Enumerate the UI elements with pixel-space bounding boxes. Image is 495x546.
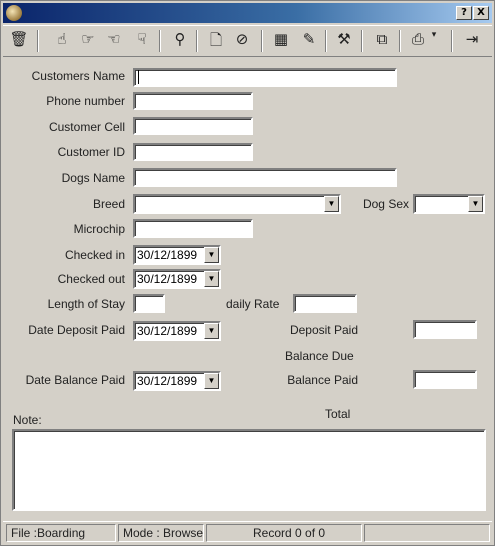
date-balance-paid-label: Date Balance Paid	[25, 373, 125, 387]
text-caret	[138, 70, 139, 84]
toolbar-separator	[37, 30, 39, 52]
copy-icon[interactable]: ⧉	[372, 30, 392, 52]
trash-icon[interactable]: 🗑	[9, 30, 29, 52]
checked-out-date-picker[interactable]: 30/12/1899 ▼	[133, 269, 221, 289]
daily-rate-input[interactable]	[293, 294, 357, 313]
breed-select[interactable]: ▼	[133, 194, 341, 214]
deposit-paid-label: Deposit Paid	[289, 323, 358, 337]
customer-cell-input[interactable]	[133, 117, 253, 135]
total-label: Total	[325, 407, 351, 421]
chevron-down-icon[interactable]: ▼	[204, 373, 219, 389]
toolbar-separator	[361, 30, 363, 52]
boarding-window: ? X 🗑 ☝ ☞ ☜ ☟ ⚲ 🗋 ⊘ ▦ ✎ ⚒ ⧉ ⎙ ▾ ⇥ Custom…	[0, 0, 495, 546]
balance-due-label: Balance Due	[285, 349, 354, 363]
exit-icon[interactable]: ⇥	[462, 30, 482, 52]
status-empty-panel	[364, 524, 490, 542]
breed-label: Breed	[92, 197, 125, 211]
hand-left-icon[interactable]: ☜	[104, 30, 124, 52]
print-dropdown-icon[interactable]: ▾	[428, 30, 440, 52]
date-balance-paid-value: 30/12/1899	[137, 374, 198, 388]
status-file: File :Boarding	[6, 524, 116, 542]
print-icon[interactable]: ⎙	[408, 30, 428, 52]
status-record: Record 0 of 0	[206, 524, 362, 542]
search-icon[interactable]: ⚲	[170, 30, 190, 52]
hand-up-icon[interactable]: ☝	[52, 30, 72, 52]
checked-in-label: Checked in	[64, 248, 125, 262]
title-bar[interactable]: ? X	[3, 3, 492, 23]
checked-in-value: 30/12/1899	[137, 248, 198, 262]
customers-name-input[interactable]	[133, 68, 397, 87]
tools-icon[interactable]: ⚒	[334, 30, 354, 52]
balance-paid-label: Balance Paid	[287, 373, 358, 387]
customers-name-label: Customers Name	[31, 69, 125, 83]
toolbar-separator	[159, 30, 161, 52]
attach-icon[interactable]: ✎	[299, 30, 319, 52]
dogs-name-label: Dogs Name	[61, 171, 125, 185]
new-page-icon[interactable]: 🗋	[206, 30, 226, 52]
toolbar-separator	[399, 30, 401, 52]
date-deposit-paid-value: 30/12/1899	[137, 324, 198, 338]
toolbar-separator	[196, 30, 198, 52]
close-button[interactable]: X	[473, 6, 489, 20]
checked-out-label: Checked out	[57, 272, 125, 286]
length-of-stay-input[interactable]	[133, 294, 165, 313]
chevron-down-icon[interactable]: ▼	[468, 196, 483, 212]
length-of-stay-label: Length of Stay	[47, 297, 125, 311]
dog-sex-label: Dog Sex	[362, 197, 409, 211]
toolbar: 🗑 ☝ ☞ ☜ ☟ ⚲ 🗋 ⊘ ▦ ✎ ⚒ ⧉ ⎙ ▾ ⇥	[3, 25, 492, 57]
status-mode: Mode : Browse	[118, 524, 204, 542]
chevron-down-icon[interactable]: ▼	[204, 323, 219, 339]
hand-down-icon[interactable]: ☟	[132, 30, 152, 52]
phone-number-label: Phone number	[46, 94, 125, 108]
toolbar-separator	[325, 30, 327, 52]
hand-right-icon[interactable]: ☞	[78, 30, 98, 52]
phone-number-input[interactable]	[133, 92, 253, 110]
daily-rate-label: daily Rate	[226, 297, 280, 311]
date-deposit-paid-label: Date Deposit Paid	[28, 323, 125, 337]
chevron-down-icon[interactable]: ▼	[324, 196, 339, 212]
customer-id-input[interactable]	[133, 143, 253, 161]
balance-paid-input[interactable]	[413, 370, 477, 389]
toolbar-separator	[451, 30, 453, 52]
microchip-input[interactable]	[133, 219, 253, 238]
date-deposit-paid-picker[interactable]: 30/12/1899 ▼	[133, 321, 221, 341]
app-icon[interactable]	[6, 5, 22, 21]
microchip-label: Microchip	[73, 222, 125, 236]
customer-id-label: Customer ID	[57, 145, 125, 159]
calendar-icon[interactable]: ▦	[271, 30, 291, 52]
checked-out-value: 30/12/1899	[137, 272, 198, 286]
dog-sex-select[interactable]: ▼	[413, 194, 485, 214]
deposit-paid-input[interactable]	[413, 320, 477, 339]
dogs-name-input[interactable]	[133, 168, 397, 187]
chevron-down-icon[interactable]: ▼	[204, 247, 219, 263]
help-button[interactable]: ?	[456, 6, 472, 20]
chevron-down-icon[interactable]: ▼	[204, 271, 219, 287]
cancel-icon[interactable]: ⊘	[232, 30, 252, 52]
checked-in-date-picker[interactable]: 30/12/1899 ▼	[133, 245, 221, 265]
status-bar: File :Boarding Mode : Browse Record 0 of…	[3, 521, 492, 544]
note-textarea[interactable]	[12, 429, 486, 511]
customer-cell-label: Customer Cell	[48, 120, 125, 134]
date-balance-paid-picker[interactable]: 30/12/1899 ▼	[133, 371, 221, 391]
toolbar-separator	[261, 30, 263, 52]
note-label: Note:	[13, 413, 42, 427]
